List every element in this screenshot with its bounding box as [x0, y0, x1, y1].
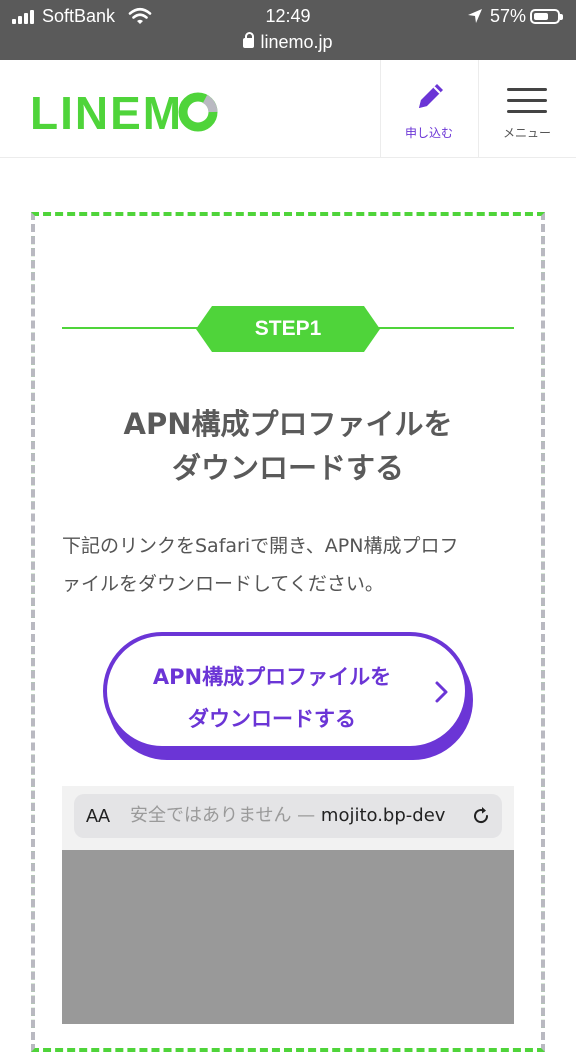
example-screenshot: AA 安全ではありません — mojito.bp-dev: [62, 786, 514, 1024]
download-button-line2: ダウンロードする: [188, 707, 356, 731]
download-profile-button[interactable]: APN構成プロファイルを ダウンロードする: [103, 632, 469, 750]
step-badge: STEP1: [254, 317, 322, 340]
reload-icon: [474, 807, 489, 824]
screenshot-aa-label: AA: [86, 806, 111, 826]
screenshot-address-bar: AA 安全ではありません — mojito.bp-dev: [74, 794, 502, 838]
location-arrow-icon: [468, 9, 482, 23]
linemo-logo[interactable]: LINEM: [30, 83, 220, 133]
step-description: 下記のリンクをSafariで開き、APN構成プロフ ァイルをダウンロードしてくだ…: [62, 527, 514, 603]
screenshot-url: 安全ではありません — mojito.bp-dev: [130, 794, 456, 838]
screenshot-domain: mojito.bp-dev: [320, 805, 446, 826]
screenshot-insecure-text: 安全ではありません —: [130, 805, 321, 826]
download-button-line1: APN構成プロファイルを: [152, 665, 392, 689]
address-url: linemo.jp: [260, 32, 333, 52]
lock-icon: [243, 32, 255, 48]
pencil-icon: [419, 84, 443, 108]
ios-status-bar: SoftBank 12:49 57% linemo.jp: [0, 0, 576, 60]
site-header: LINEM 申し込む メニュー: [0, 60, 576, 158]
hamburger-icon: [507, 88, 547, 114]
step-title-line1: APN構成プロファイルを: [123, 407, 453, 441]
chevron-right-icon: [435, 681, 448, 703]
battery-percentage: 57%: [490, 6, 527, 26]
step-description-line2: ァイルをダウンロードしてください。: [62, 573, 384, 595]
step-description-line1: 下記のリンクをSafariで開き、APN構成プロフ: [62, 535, 459, 557]
menu-label: メニュー: [502, 126, 551, 140]
step-title-line2: ダウンロードする: [171, 451, 404, 485]
svg-text:LINEM: LINEM: [30, 87, 183, 133]
step-title: APN構成プロファイルを ダウンロードする: [62, 402, 514, 490]
battery-icon: [530, 9, 563, 24]
menu-button[interactable]: メニュー: [478, 60, 575, 157]
address-bar[interactable]: linemo.jp: [0, 30, 576, 54]
apply-button[interactable]: 申し込む: [380, 60, 477, 157]
apply-label: 申し込む: [404, 126, 453, 140]
screenshot-content-area: [62, 850, 514, 1024]
